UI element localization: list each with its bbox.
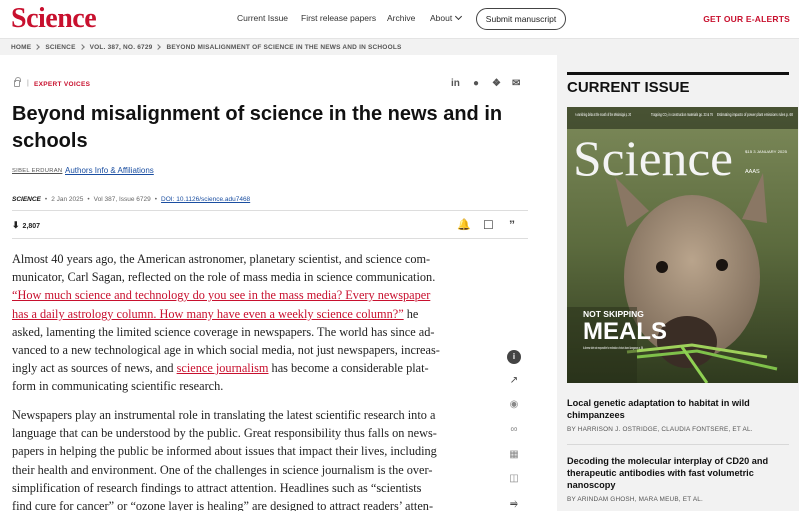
text-line: papers in helping the public be informed… — [12, 444, 437, 459]
eye-icon[interactable]: ◉ — [507, 398, 521, 412]
cover-headline-big: MEALS — [583, 318, 667, 345]
floating-toolbar: i ↗ ◉ ∞ ▦ ◫ ⥤ — [504, 350, 524, 511]
cover-image: A vanishing delta at the mouth of the Mi… — [567, 107, 798, 383]
section-rule — [567, 72, 789, 75]
text-line: Almost 40 years ago, the American astron… — [12, 252, 431, 266]
paragraph-2: Newspapers play an instrumental role in … — [12, 406, 462, 511]
e-alerts-link[interactable]: GET OUR E-ALERTS — [703, 14, 790, 24]
related-item-title[interactable]: Decoding the molecular interplay of CD20… — [567, 455, 789, 491]
related-item-authors: BY ARINDAM GHOSH, MARA MEUB, ET AL. — [567, 496, 704, 503]
breadcrumb-science[interactable]: SCIENCE — [45, 44, 75, 51]
sagan-quote-link[interactable]: has a daily astrology column. How many h… — [12, 307, 404, 321]
linkedin-icon[interactable]: in — [451, 78, 460, 89]
metrics-icon[interactable]: ↗ — [507, 374, 521, 388]
article-kicker: EXPERT VOICES — [34, 81, 91, 88]
current-issue-cover[interactable]: A vanishing delta at the mouth of the Mi… — [567, 107, 798, 383]
kicker-divider: | — [27, 80, 29, 87]
download-icon: ⬇ — [12, 220, 20, 230]
related-item-title[interactable]: Local genetic adaptation to habitat in w… — [567, 397, 789, 421]
science-journalism-link[interactable]: science journalism — [177, 361, 269, 375]
sagan-quote-link[interactable]: “How much science and technology do you … — [12, 286, 462, 304]
article-title: Beyond misalignment of science in the ne… — [12, 103, 503, 152]
downloads-count: ⬇ 2,807 — [12, 220, 40, 231]
text-line: municator, Carl Sagan, reflected on the … — [12, 270, 436, 285]
authors-info-link[interactable]: Authors Info & Affiliations — [65, 166, 154, 175]
cover-teaser: Estimating impacts of power plant emissi… — [717, 112, 793, 117]
nav-current-issue[interactable]: Current Issue — [237, 13, 288, 23]
related-item-authors: BY HARRISON J. OSTRIDGE, CLAUDIA FONTSER… — [567, 426, 753, 433]
article: | EXPERT VOICES in ● ❖ ✉ Beyond misalign… — [0, 55, 540, 511]
nav-first-release[interactable]: First release papers — [301, 13, 376, 23]
cover-teaser: Trapping CO₂ in construction materials p… — [651, 112, 713, 117]
chevron-right-icon — [155, 44, 162, 50]
pub-date: 2 Jan 2025 — [51, 196, 84, 203]
text-line: has become a considerable plat- — [268, 361, 429, 376]
doi-link[interactable]: DOI: 10.1126/science.adu7468 — [161, 196, 250, 203]
breadcrumb-current: BEYOND MISALIGNMENT OF SCIENCE IN THE NE… — [166, 43, 402, 51]
email-icon[interactable]: ✉ — [512, 78, 520, 89]
related-item[interactable]: Decoding the molecular interplay of CD20… — [567, 455, 789, 503]
chevron-right-icon — [34, 44, 41, 50]
text-line: ingly act as sources of news, and — [12, 361, 177, 376]
lock-icon — [14, 77, 21, 87]
info-icon[interactable]: i — [507, 350, 521, 364]
journal-name: SCIENCE — [12, 196, 41, 203]
share-icon[interactable]: ⥤ — [507, 497, 521, 511]
chevron-right-icon — [78, 44, 85, 50]
paragraph-1: Almost 40 years ago, the American astron… — [12, 250, 462, 396]
breadcrumb-home[interactable]: HOME — [11, 44, 31, 51]
pages-icon[interactable]: ▦ — [507, 448, 521, 462]
nav-about[interactable]: About — [430, 12, 463, 23]
text-line: form in communicating scientific researc… — [12, 379, 224, 394]
bookmark-icon[interactable]: ☐ — [483, 218, 494, 232]
text-line: language that can be understood by the p… — [12, 426, 437, 441]
quote-icon[interactable]: ” — [509, 218, 515, 232]
related-item[interactable]: Local genetic adaptation to habitat in w… — [567, 397, 789, 433]
divider — [567, 444, 789, 445]
breadcrumb: HOME SCIENCE VOL. 387, NO. 6729 BEYOND M… — [0, 39, 799, 55]
text-line: he — [403, 306, 419, 321]
table-icon[interactable]: ◫ — [507, 472, 521, 486]
site-header: Science Current Issue First release pape… — [0, 0, 799, 39]
downloads-value: 2,807 — [22, 223, 41, 230]
nav-about-label: About — [430, 13, 453, 23]
text-line: asked, lamenting the limited science cov… — [12, 324, 435, 339]
text-line: Newspapers play an instrumental role in … — [12, 408, 436, 422]
bell-icon[interactable]: 🔔 — [457, 218, 471, 231]
link-icon[interactable]: ∞ — [507, 423, 521, 437]
cover-teaser: A vanishing delta at the mouth of the Mi… — [575, 112, 631, 117]
reddit-icon[interactable]: ● — [473, 78, 479, 89]
volume-issue: Vol 387, Issue 6729 — [93, 196, 151, 203]
nav-archive[interactable]: Archive — [387, 13, 415, 23]
text-line: their health and environment. One of the… — [12, 462, 433, 477]
science-logo[interactable]: Science — [11, 3, 97, 35]
current-issue-heading: CURRENT ISSUE — [567, 79, 690, 96]
article-meta: SCIENCE • 2 Jan 2025 • Vol 387, Issue 6729 • D… — [12, 196, 251, 203]
breadcrumb-volume[interactable]: VOL. 387, NO. 6729 — [90, 44, 153, 51]
submit-manuscript-button[interactable]: Submit manuscript — [476, 8, 566, 30]
chevron-down-icon — [455, 12, 463, 21]
cover-caption: A diverse diet not responsible for extin… — [583, 346, 643, 350]
cover-masthead: Science — [573, 130, 733, 186]
wechat-icon[interactable]: ❖ — [492, 78, 501, 89]
text-line: vanced to a new technological age in whi… — [12, 343, 440, 358]
text-line: simplification of research findings to a… — [12, 480, 422, 495]
sidebar: CURRENT ISSUE A vanishing delta at the m… — [557, 55, 799, 511]
cover-aaas: AAAS — [745, 169, 760, 175]
article-toolbar: ⬇ 2,807 🔔 ☐ ” — [12, 210, 528, 239]
cover-issue-date: $15 3 JANUARY 2025 — [745, 150, 787, 154]
text-line: find cure for cancer” or “ozone layer is… — [12, 499, 434, 511]
author-name[interactable]: SIBEL ERDURAN — [12, 168, 62, 174]
